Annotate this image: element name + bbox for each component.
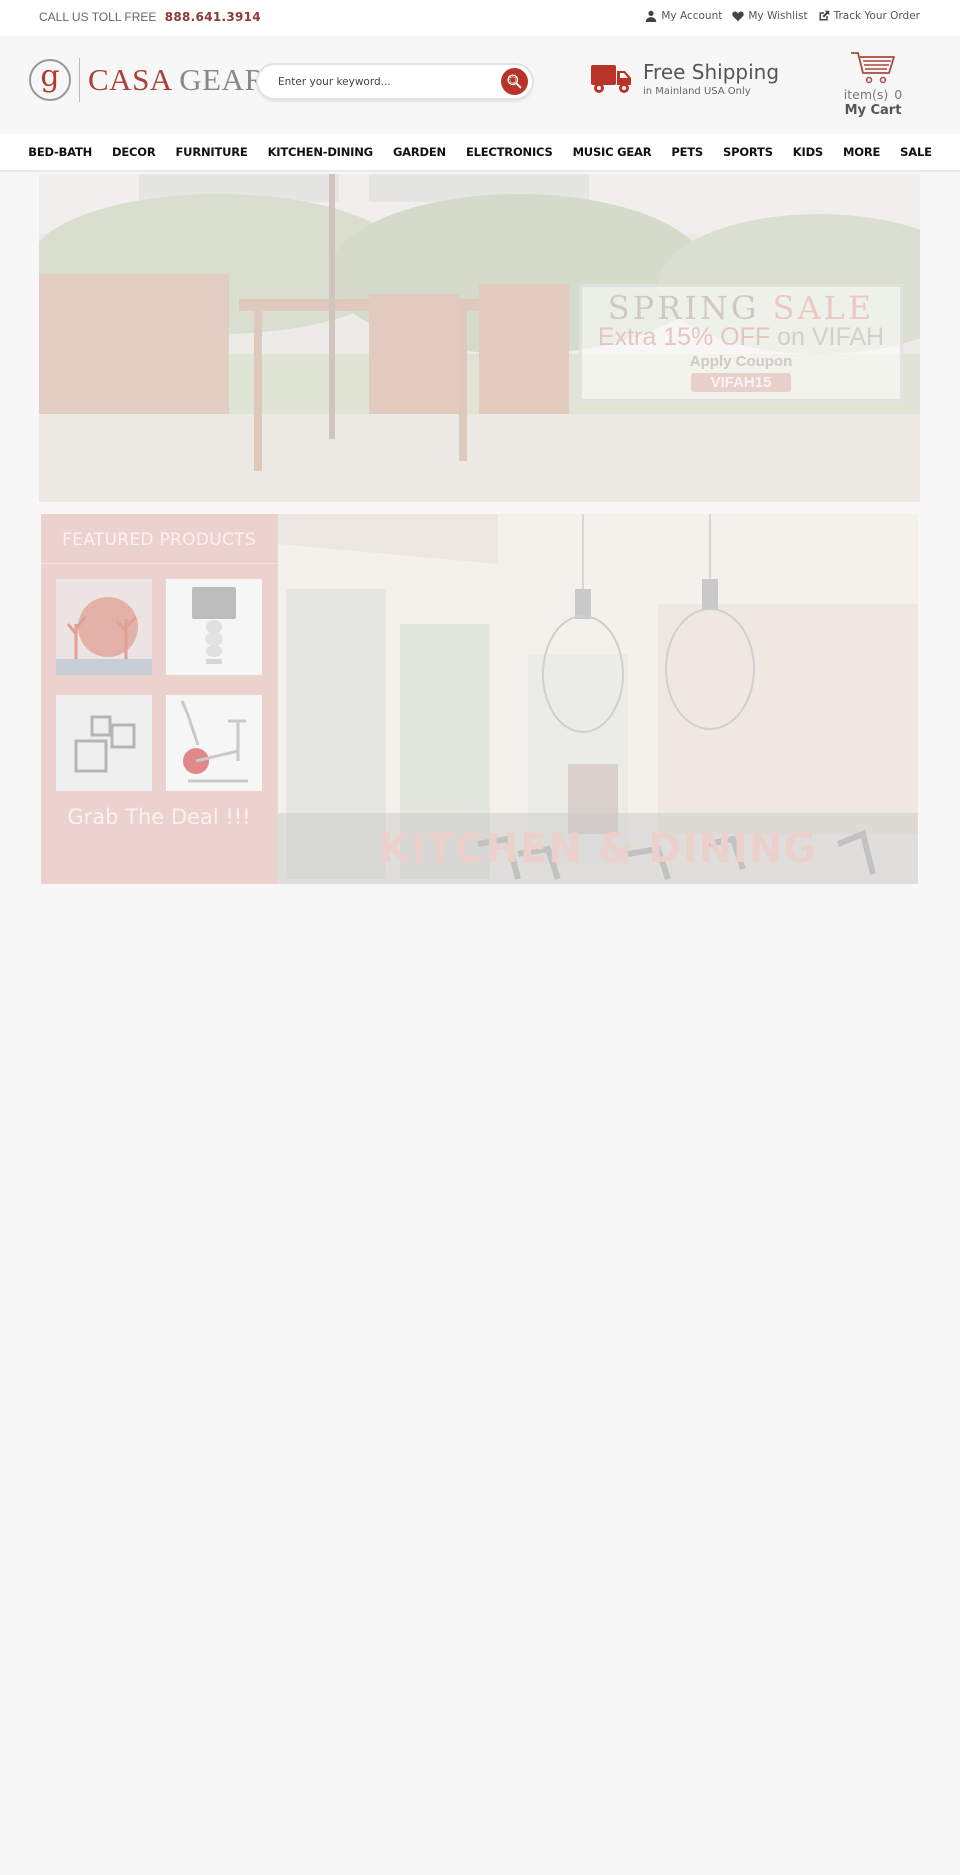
featured-section: FEATURED PRODUCTS Grab The Deal !!! KITC… [41, 514, 918, 884]
cart-count: 0 [894, 87, 903, 102]
exercise-bike-image [166, 695, 262, 791]
featured-products-grid [41, 564, 277, 791]
account-links: My Account My Wishlist Track Your Order [645, 10, 920, 22]
search-button[interactable] [501, 68, 528, 95]
my-account-label: My Account [661, 10, 723, 22]
product-thumb-table-lamp[interactable] [166, 579, 262, 675]
site-logo[interactable]: g CASA GEAR [29, 58, 266, 102]
heart-icon [732, 11, 745, 22]
logo-word-gear: GEAR [179, 62, 266, 97]
promo-offer-discount: Extra 15% OFF [597, 323, 771, 351]
my-wishlist-link[interactable]: My Wishlist [732, 10, 808, 22]
product-thumb-exercise-bike[interactable] [166, 695, 262, 791]
user-icon [646, 10, 657, 22]
nav-item-garden[interactable]: GARDEN [383, 145, 456, 159]
nav-item-music-gear[interactable]: MUSIC GEAR [563, 145, 662, 159]
my-wishlist-label: My Wishlist [748, 10, 808, 22]
main-nav: BED-BATH DECOR FURNITURE KITCHEN-DINING … [0, 134, 960, 172]
shipping-title: Free Shipping [643, 60, 780, 84]
nav-item-electronics[interactable]: ELECTRONICS [456, 145, 563, 159]
call-label: CALL US TOLL FREE [39, 10, 157, 24]
nav-item-pets[interactable]: PETS [661, 145, 713, 159]
featured-products-panel: FEATURED PRODUCTS Grab The Deal !!! [41, 514, 277, 884]
logo-wordmark: CASA GEAR [88, 62, 266, 98]
promo-offer: Extra 15% OFF on VIFAH [582, 323, 900, 352]
product-thumb-wall-frames[interactable] [56, 695, 152, 791]
external-link-icon [819, 10, 829, 21]
nav-item-more[interactable]: MORE [833, 145, 890, 159]
promo-headline: SPRING SALE [582, 289, 900, 327]
cart-widget[interactable]: item(s) 0 My Cart [843, 50, 903, 118]
coral-decor-image [56, 579, 152, 675]
logo-word-casa: CASA [88, 62, 171, 97]
cart-items-label: item(s) [843, 87, 889, 102]
kitchen-dining-banner[interactable]: KITCHEN & DINING [277, 514, 918, 884]
nav-item-kids[interactable]: KIDS [783, 145, 833, 159]
logo-divider [79, 58, 80, 102]
kitchen-dining-caption: KITCHEN & DINING [378, 826, 818, 872]
nav-item-sports[interactable]: SPORTS [713, 145, 783, 159]
my-account-link[interactable]: My Account [645, 10, 722, 22]
track-order-label: Track Your Order [833, 10, 920, 22]
wall-frames-image [56, 695, 152, 791]
cart-icon [851, 52, 895, 84]
spring-sale-banner[interactable]: SPRING SALE Extra 15% OFF on VIFAH Apply… [39, 174, 920, 502]
site-header: g CASA GEAR Free Shipping in Mainland US… [0, 36, 960, 134]
cart-items: item(s) 0 [843, 87, 903, 102]
search-bar [258, 65, 532, 98]
nav-item-bed-bath[interactable]: BED-BATH [18, 145, 102, 159]
shipping-subtitle: in Mainland USA Only [643, 86, 751, 97]
apply-coupon-label: Apply Coupon [689, 353, 793, 370]
product-thumb-coral-decor[interactable] [56, 579, 152, 675]
phone-number[interactable]: 888.641.3914 [165, 10, 261, 24]
table-lamp-image [166, 579, 262, 675]
logo-mark-icon: g [29, 59, 71, 101]
truck-icon [591, 65, 631, 93]
featured-products-title: FEATURED PRODUCTS [41, 514, 277, 564]
search-icon [507, 74, 522, 89]
search-input[interactable] [278, 75, 478, 88]
promo-headline-spring: SPRING [607, 289, 773, 327]
my-cart-label: My Cart [844, 103, 902, 118]
nav-item-sale[interactable]: SALE [890, 145, 942, 159]
track-order-link[interactable]: Track Your Order [818, 10, 920, 22]
grab-deal-link[interactable]: Grab The Deal !!! [41, 805, 277, 829]
nav-item-decor[interactable]: DECOR [102, 145, 165, 159]
promo-headline-sale: SALE [772, 289, 875, 327]
top-bar: CALL US TOLL FREE 888.641.3914 My Accoun… [0, 0, 960, 36]
promo-card: SPRING SALE Extra 15% OFF on VIFAH Apply… [579, 284, 903, 402]
nav-item-kitchen-dining[interactable]: KITCHEN-DINING [258, 145, 383, 159]
toll-free-info: CALL US TOLL FREE 888.641.3914 [39, 10, 261, 24]
nav-item-furniture[interactable]: FURNITURE [166, 145, 258, 159]
coupon-code[interactable]: VIFAH15 [690, 373, 792, 392]
free-shipping-info: Free Shipping in Mainland USA Only [591, 60, 779, 97]
promo-offer-brand: on VIFAH [770, 323, 885, 351]
